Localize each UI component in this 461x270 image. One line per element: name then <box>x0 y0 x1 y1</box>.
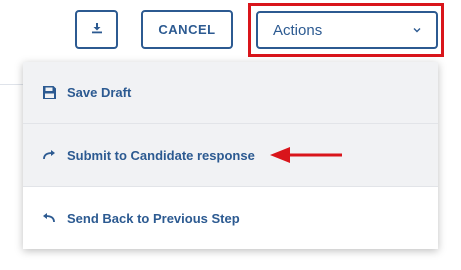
menu-item-save-draft[interactable]: Save Draft <box>23 62 438 124</box>
actions-menu: Save Draft Submit to Candidate response … <box>23 62 438 249</box>
cancel-label: CANCEL <box>158 22 216 37</box>
actions-label: Actions <box>273 21 323 39</box>
annotation-arrow <box>270 147 342 163</box>
menu-item-label: Send Back to Previous Step <box>67 210 240 226</box>
download-button[interactable] <box>75 10 118 49</box>
download-icon <box>91 21 103 39</box>
chevron-down-icon <box>412 25 422 35</box>
menu-item-submit-to-candidate[interactable]: Submit to Candidate response <box>23 124 438 187</box>
redo-arrow-icon <box>41 147 57 163</box>
undo-arrow-icon <box>41 210 57 226</box>
save-icon <box>41 85 57 101</box>
actions-dropdown-button[interactable]: Actions <box>256 11 438 49</box>
menu-item-label: Save Draft <box>67 85 132 100</box>
cancel-button[interactable]: CANCEL <box>141 10 233 49</box>
menu-item-send-back[interactable]: Send Back to Previous Step <box>23 187 438 249</box>
page: CANCEL Actions Save Draft Submit to Cand… <box>0 0 461 270</box>
menu-item-label: Submit to Candidate response <box>67 147 255 163</box>
